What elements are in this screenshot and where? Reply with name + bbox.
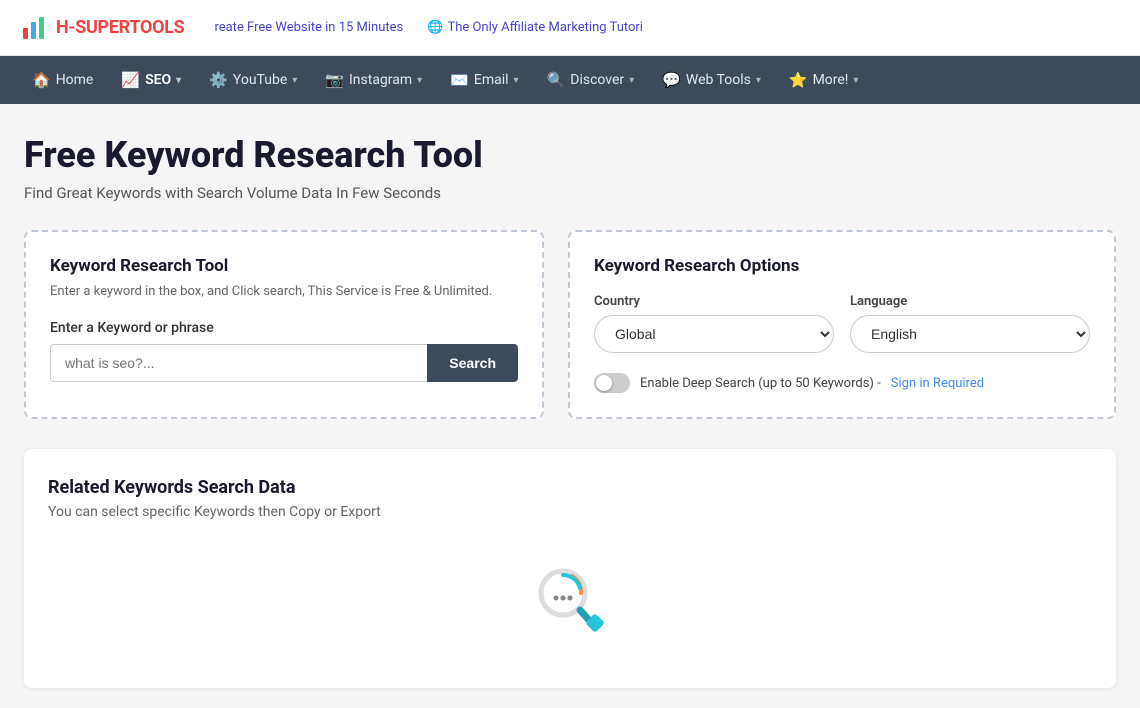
- keyword-input[interactable]: [50, 344, 427, 382]
- magnifier-icon: [530, 560, 610, 640]
- webtools-icon: 💬: [662, 71, 681, 89]
- logo-text: H-SUPERTOOLS: [56, 17, 184, 38]
- results-section: Related Keywords Search Data You can sel…: [24, 449, 1116, 688]
- search-button[interactable]: Search: [427, 344, 518, 382]
- nav-more[interactable]: ⭐ More! ▾: [777, 56, 871, 104]
- email-icon: ✉️: [450, 71, 469, 89]
- nav-discover-label: Discover: [570, 72, 624, 88]
- seo-chevron-icon: ▾: [176, 75, 181, 86]
- search-row: Search: [50, 344, 518, 382]
- banner-link-1[interactable]: reate Free Website in 15 Minutes: [214, 20, 403, 35]
- youtube-icon: ⚙️: [209, 71, 228, 89]
- sign-in-link[interactable]: Sign in Required: [891, 376, 984, 391]
- results-title: Related Keywords Search Data: [48, 477, 1092, 498]
- instagram-icon: 📷: [325, 71, 344, 89]
- more-icon: ⭐: [789, 71, 808, 89]
- discover-icon: 🔍: [547, 71, 566, 89]
- nav-seo[interactable]: 📈 SEO ▾: [109, 56, 193, 104]
- results-subtitle: You can select specific Keywords then Co…: [48, 504, 1092, 520]
- logo[interactable]: H-SUPERTOOLS: [20, 14, 184, 42]
- logo-icon: [20, 14, 48, 42]
- deep-search-label: Enable Deep Search (up to 50 Keywords) -: [640, 376, 881, 391]
- main-content: Free Keyword Research Tool Find Great Ke…: [0, 104, 1140, 708]
- nav-email-label: Email: [474, 72, 509, 88]
- language-label: Language: [850, 294, 1090, 309]
- page-title: Free Keyword Research Tool: [24, 134, 1116, 176]
- options-card: Keyword Research Options Country Global …: [568, 230, 1116, 419]
- options-grid: Country Global United States United King…: [594, 294, 1090, 353]
- country-select[interactable]: Global United States United Kingdom Cana…: [594, 315, 834, 353]
- nav-discover[interactable]: 🔍 Discover ▾: [535, 56, 647, 104]
- nav-bar: 🏠 Home 📈 SEO ▾ ⚙️ YouTube ▾ 📷 Instagram …: [0, 56, 1140, 104]
- country-label: Country: [594, 294, 834, 309]
- webtools-chevron-icon: ▾: [756, 75, 761, 86]
- nav-instagram[interactable]: 📷 Instagram ▾: [313, 56, 434, 104]
- keyword-input-label: Enter a Keyword or phrase: [50, 320, 518, 336]
- options-card-title: Keyword Research Options: [594, 256, 1090, 276]
- nav-youtube-label: YouTube: [233, 72, 287, 88]
- deep-search-toggle[interactable]: [594, 373, 630, 393]
- keyword-input-card: Keyword Research Tool Enter a keyword in…: [24, 230, 544, 419]
- keyword-card-title: Keyword Research Tool: [50, 256, 518, 276]
- language-select[interactable]: English Spanish French German Italian: [850, 315, 1090, 353]
- nav-more-label: More!: [813, 72, 849, 88]
- more-chevron-icon: ▾: [853, 75, 858, 86]
- nav-email[interactable]: ✉️ Email ▾: [438, 56, 530, 104]
- youtube-chevron-icon: ▾: [292, 75, 297, 86]
- nav-home-label: Home: [56, 72, 94, 88]
- magnifier-container: [48, 550, 1092, 660]
- keyword-card-desc: Enter a keyword in the box, and Click se…: [50, 282, 518, 302]
- nav-seo-label: SEO: [145, 72, 171, 88]
- instagram-chevron-icon: ▾: [417, 75, 422, 86]
- home-icon: 🏠: [32, 71, 51, 89]
- language-group: Language English Spanish French German I…: [850, 294, 1090, 353]
- nav-youtube[interactable]: ⚙️ YouTube ▾: [197, 56, 309, 104]
- nav-instagram-label: Instagram: [349, 72, 412, 88]
- top-banner: H-SUPERTOOLS reate Free Website in 15 Mi…: [0, 0, 1140, 56]
- seo-icon: 📈: [121, 71, 140, 89]
- deep-search-row: Enable Deep Search (up to 50 Keywords) -…: [594, 373, 1090, 393]
- country-group: Country Global United States United King…: [594, 294, 834, 353]
- nav-webtools-label: Web Tools: [686, 72, 751, 88]
- email-chevron-icon: ▾: [514, 75, 519, 86]
- page-subtitle: Find Great Keywords with Search Volume D…: [24, 184, 1116, 202]
- nav-webtools[interactable]: 💬 Web Tools ▾: [650, 56, 773, 104]
- banner-link-2[interactable]: 🌐 The Only Affiliate Marketing Tutori: [427, 20, 643, 35]
- banner-links: reate Free Website in 15 Minutes 🌐 The O…: [214, 20, 643, 35]
- discover-chevron-icon: ▾: [629, 75, 634, 86]
- cards-row: Keyword Research Tool Enter a keyword in…: [24, 230, 1116, 419]
- nav-home[interactable]: 🏠 Home: [20, 56, 105, 104]
